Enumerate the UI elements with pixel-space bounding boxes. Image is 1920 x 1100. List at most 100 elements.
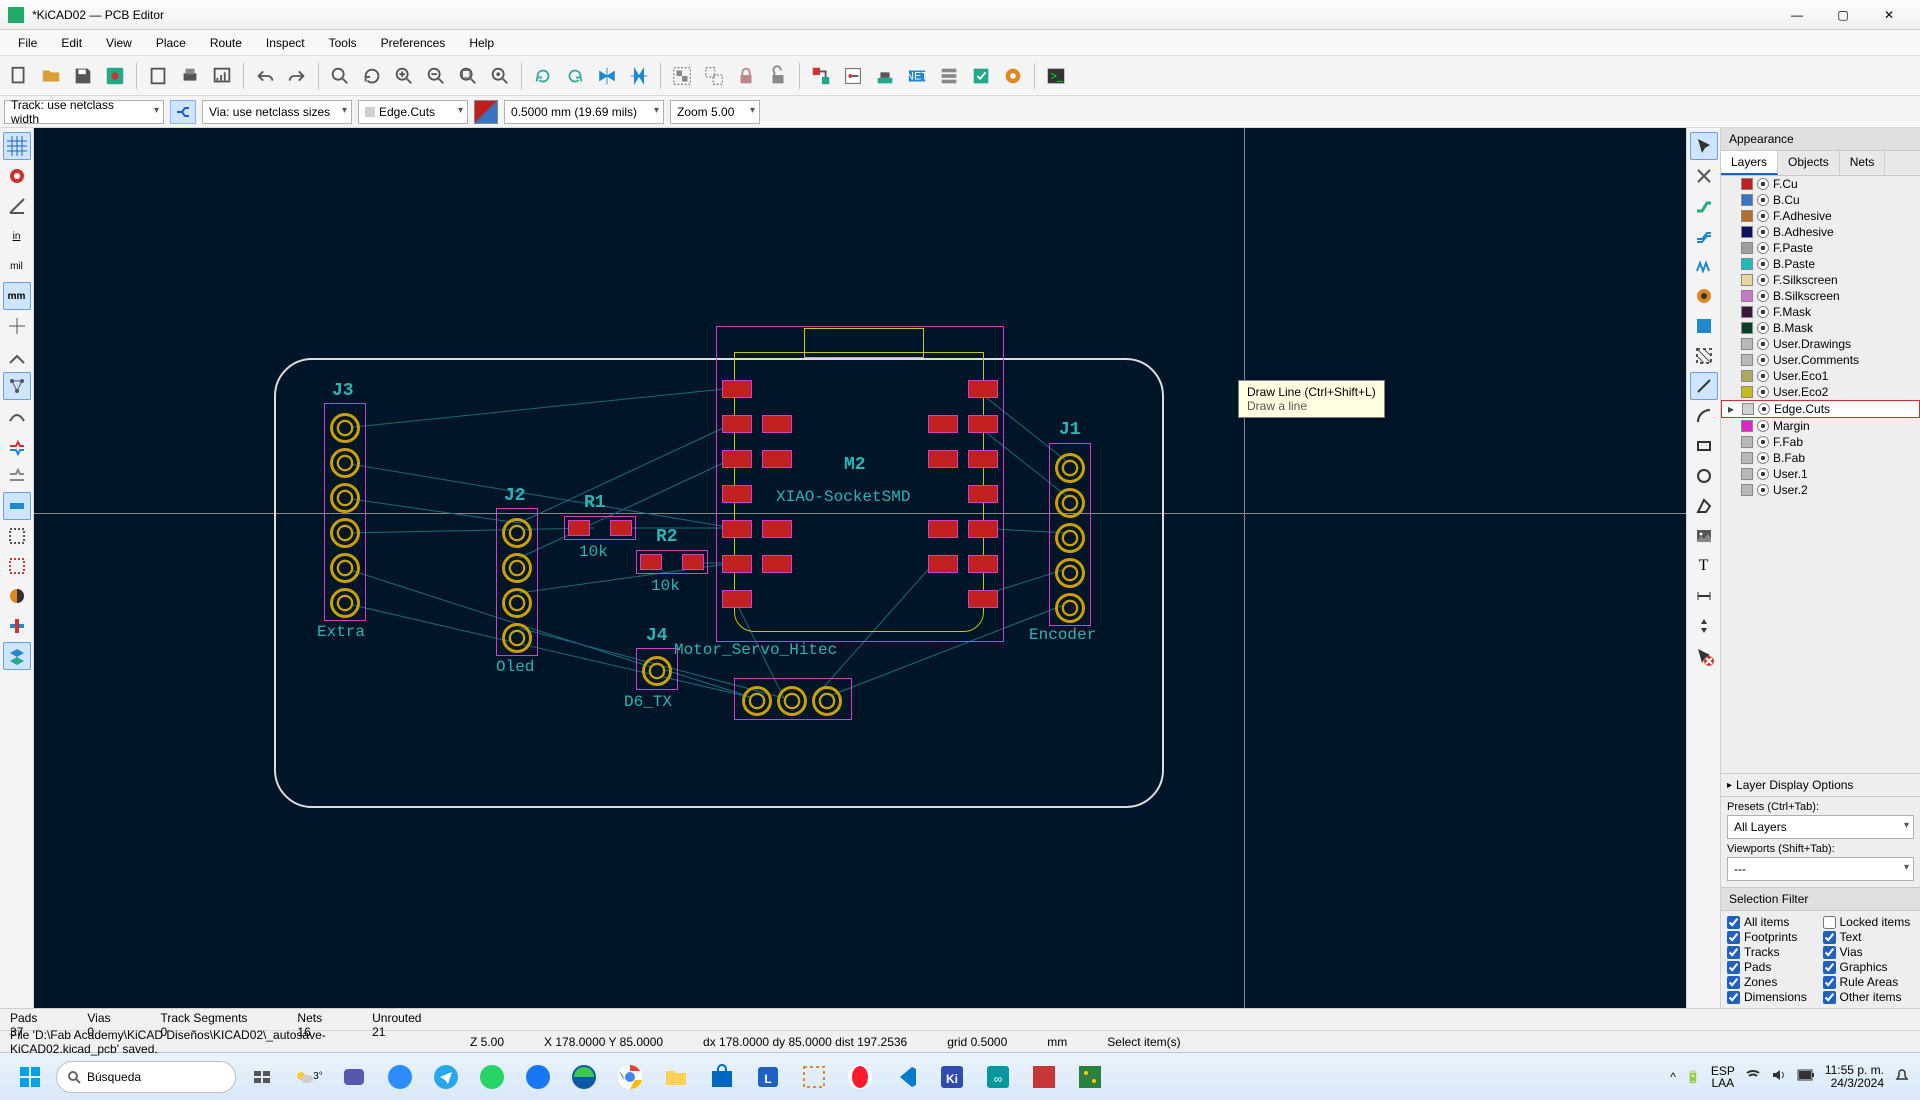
- grid-toggle[interactable]: [3, 132, 31, 160]
- outline-fill-toggle[interactable]: [3, 432, 31, 460]
- auto-track-toggle[interactable]: [170, 100, 196, 124]
- app-facebook[interactable]: [518, 1057, 558, 1097]
- layer-row-user-1[interactable]: User.1: [1721, 466, 1920, 482]
- polar-toggle[interactable]: [3, 192, 31, 220]
- place-zone-tool[interactable]: [1690, 312, 1718, 340]
- tray-language[interactable]: ESPLAA: [1711, 1065, 1735, 1089]
- 3d-viewer-button[interactable]: [870, 61, 900, 91]
- layer-row-edge-cuts[interactable]: ▸Edge.Cuts: [1721, 400, 1920, 418]
- layer-row-b-adhesive[interactable]: B.Adhesive: [1721, 224, 1920, 240]
- layer-row-user-2[interactable]: User.2: [1721, 482, 1920, 498]
- set-origin-tool[interactable]: [1690, 612, 1718, 640]
- draw-arc-tool[interactable]: [1690, 402, 1718, 430]
- mm-toggle[interactable]: mm: [3, 282, 31, 310]
- filter-graphics[interactable]: Graphics: [1823, 960, 1915, 974]
- filter-text[interactable]: Text: [1823, 930, 1915, 944]
- layer-row-b-silkscreen[interactable]: B.Silkscreen: [1721, 288, 1920, 304]
- task-view[interactable]: [242, 1057, 282, 1097]
- layer-row-b-cu[interactable]: B.Cu: [1721, 192, 1920, 208]
- unlock-button[interactable]: [763, 61, 793, 91]
- tray-notification-icon[interactable]: [1894, 1067, 1910, 1086]
- scripting-button[interactable]: >_: [1041, 61, 1071, 91]
- inches-toggle[interactable]: in: [3, 222, 31, 250]
- track-fill-toggle[interactable]: [3, 552, 31, 580]
- viewports-combo[interactable]: ---: [1727, 857, 1914, 881]
- app-generic-l[interactable]: L: [748, 1057, 788, 1097]
- menu-tools[interactable]: Tools: [319, 34, 367, 52]
- filter-footprints[interactable]: Footprints: [1727, 930, 1819, 944]
- app-telegram[interactable]: [426, 1057, 466, 1097]
- grid-combo[interactable]: 0.5000 mm (19.69 mils): [504, 100, 664, 124]
- layers-list[interactable]: F.CuB.CuF.AdhesiveB.AdhesiveF.PasteB.Pas…: [1721, 176, 1920, 773]
- weather-widget[interactable]: 3°: [288, 1057, 328, 1097]
- app-chrome[interactable]: [610, 1057, 650, 1097]
- plot-button[interactable]: [207, 61, 237, 91]
- highlight-net-tool[interactable]: [1690, 162, 1718, 190]
- zoom-refresh-button[interactable]: [357, 61, 387, 91]
- save-button[interactable]: [68, 61, 98, 91]
- start-button[interactable]: [10, 1057, 50, 1097]
- app-whatsapp[interactable]: [472, 1057, 512, 1097]
- layer-row-b-mask[interactable]: B.Mask: [1721, 320, 1920, 336]
- layer-row-user-eco2[interactable]: User.Eco2: [1721, 384, 1920, 400]
- close-button[interactable]: ✕: [1866, 0, 1912, 30]
- menu-place[interactable]: Place: [146, 34, 196, 52]
- track-width-combo[interactable]: Track: use netclass width: [4, 100, 164, 124]
- layer-row-f-mask[interactable]: F.Mask: [1721, 304, 1920, 320]
- zoom-objects-button[interactable]: [485, 61, 515, 91]
- rotate-ccw-button[interactable]: [528, 61, 558, 91]
- undo-button[interactable]: [250, 61, 280, 91]
- zoom-combo[interactable]: Zoom 5.00: [670, 100, 760, 124]
- tray-power-icon[interactable]: [1797, 1069, 1815, 1084]
- route-diff-tool[interactable]: [1690, 222, 1718, 250]
- draw-line-tool[interactable]: [1690, 372, 1718, 400]
- select-tool[interactable]: [1690, 132, 1718, 160]
- app-edge[interactable]: [564, 1057, 604, 1097]
- menu-inspect[interactable]: Inspect: [256, 34, 315, 52]
- tray-chevron-icon[interactable]: ^: [1670, 1070, 1676, 1084]
- tray-clock[interactable]: 11:55 p. m.24/3/2024: [1825, 1064, 1884, 1090]
- layer-row-user-drawings[interactable]: User.Drawings: [1721, 336, 1920, 352]
- menu-view[interactable]: View: [96, 34, 142, 52]
- grid-override-toggle[interactable]: [3, 162, 31, 190]
- pad-fill-toggle[interactable]: [3, 492, 31, 520]
- layer-row-f-fab[interactable]: F.Fab: [1721, 434, 1920, 450]
- layer-pair-swatch[interactable]: [474, 100, 498, 124]
- filter-other-items[interactable]: Other items: [1823, 990, 1915, 1004]
- layer-row-b-fab[interactable]: B.Fab: [1721, 450, 1920, 466]
- app-pcbnew[interactable]: [1070, 1057, 1110, 1097]
- drc-button[interactable]: [966, 61, 996, 91]
- layer-row-f-cu[interactable]: F.Cu: [1721, 176, 1920, 192]
- layer-row-b-paste[interactable]: B.Paste: [1721, 256, 1920, 272]
- cursor-toggle[interactable]: [3, 312, 31, 340]
- tray-battery-icon[interactable]: 🔋: [1686, 1070, 1701, 1084]
- rotate-cw-button[interactable]: [560, 61, 590, 91]
- draw-rect-tool[interactable]: [1690, 432, 1718, 460]
- cleanup-button[interactable]: [998, 61, 1028, 91]
- new-button[interactable]: [4, 61, 34, 91]
- filter-locked-items[interactable]: Locked items: [1823, 915, 1915, 929]
- ratsnest-toggle[interactable]: [3, 372, 31, 400]
- zoom-fit-button[interactable]: [453, 61, 483, 91]
- app-fritzing[interactable]: [1024, 1057, 1064, 1097]
- filter-all-items[interactable]: All items: [1727, 915, 1819, 929]
- tab-objects[interactable]: Objects: [1778, 151, 1840, 175]
- tab-layers[interactable]: Layers: [1721, 151, 1778, 175]
- layer-combo[interactable]: Edge.Cuts: [358, 100, 468, 124]
- app-zoom[interactable]: [380, 1057, 420, 1097]
- place-text-tool[interactable]: T: [1690, 552, 1718, 580]
- menu-route[interactable]: Route: [200, 34, 252, 52]
- zoom-in-button[interactable]: [389, 61, 419, 91]
- zoom-out-button[interactable]: [421, 61, 451, 91]
- layers-manager-toggle[interactable]: [3, 642, 31, 670]
- layer-row-user-comments[interactable]: User.Comments: [1721, 352, 1920, 368]
- menu-file[interactable]: File: [8, 34, 47, 52]
- zoom-find-button[interactable]: [325, 61, 355, 91]
- filter-vias[interactable]: Vias: [1823, 945, 1915, 959]
- update-schematic-button[interactable]: [806, 61, 836, 91]
- zone-toggle[interactable]: [3, 462, 31, 490]
- filter-zones[interactable]: Zones: [1727, 975, 1819, 989]
- taskbar-search[interactable]: Búsqueda: [56, 1061, 236, 1093]
- filter-tracks[interactable]: Tracks: [1727, 945, 1819, 959]
- layer-row-margin[interactable]: Margin: [1721, 418, 1920, 434]
